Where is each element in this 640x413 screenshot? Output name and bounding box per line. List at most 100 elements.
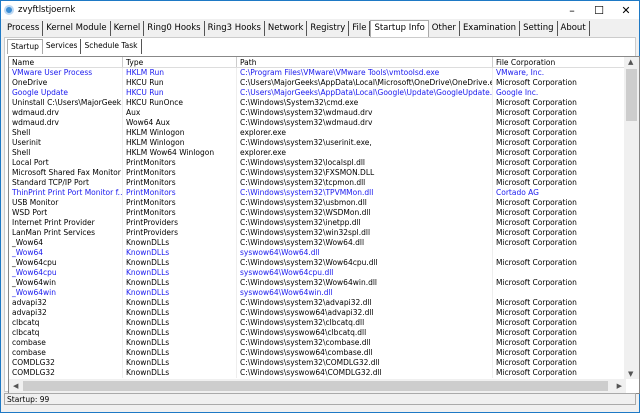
cell-file-corporation: Microsoft Corporation [493,348,625,358]
cell-type: KnownDLLs [123,368,237,378]
table-row[interactable]: _Wow64cpu KnownDLLs syswow64\Wow64cpu.dll [9,268,639,278]
subtab-schedule-task[interactable]: Schedule Task [81,39,142,54]
table-row[interactable]: _Wow64cpu KnownDLLs C:\Windows\system32\Wo… [9,258,639,268]
startup-table: Name Type Path File Corporation VMware U… [8,56,640,394]
table-row[interactable]: clbcatq KnownDLLs C:\Windows\system32\clbc… [9,318,639,328]
cell-name: wdmaud.drv [9,108,123,118]
table-row[interactable]: clbcatq KnownDLLs C:\Windows\syswow64\clbc… [9,328,639,338]
tab-kernel-module[interactable]: Kernel Module [43,21,111,36]
column-header-type[interactable]: Type [123,57,237,67]
table-row[interactable]: Userinit HKLM Winlogon C:\Windows\system32… [9,138,639,148]
cell-name: _Wow64cpu [9,268,123,278]
table-body: VMware User Process HKLM Run C:\Program Fi… [9,68,639,378]
table-row[interactable]: Google Update HKCU Run C:\Users\MajorGeeks… [9,88,639,98]
cell-path: C:\Windows\system32\Wow64.dll [237,238,493,248]
table-row[interactable]: _Wow64win KnownDLLs syswow64\Wow64win.dll [9,288,639,298]
table-row[interactable]: ThinPrint Print Port Monitor f... PrintMo… [9,188,639,198]
table-row[interactable]: COMDLG32 KnownDLLs C:\Windows\system32\COM… [9,358,639,368]
cell-file-corporation: Microsoft Corporation [493,128,625,138]
minimize-button[interactable]: – [559,1,585,19]
scroll-right-icon[interactable]: ▶ [617,382,622,390]
cell-name: Shell [9,148,123,158]
table-row[interactable]: OneDrive HKCU Run C:\Users\MajorGeeks\AppD… [9,78,639,88]
tab-network[interactable]: Network [265,21,308,36]
cell-file-corporation: Microsoft Corporation [493,368,625,378]
table-row[interactable]: Microsoft Shared Fax Monitor PrintMonitor… [9,168,639,178]
table-row[interactable]: Shell HKLM Winlogon explorer.exe Microsoft … [9,128,639,138]
scroll-left-icon[interactable]: ◀ [13,382,18,390]
column-header-file-corporation[interactable]: File Corporation [493,57,625,67]
table-row[interactable]: _Wow64 KnownDLLs syswow64\Wow64.dll [9,248,639,258]
table-row[interactable]: Internet Print Provider PrintProviders C:\… [9,218,639,228]
table-row[interactable]: Local Port PrintMonitors C:\Windows\system… [9,158,639,168]
tab-file[interactable]: File [349,21,371,36]
cell-name: Shell [9,128,123,138]
title-bar: zvyftlstjoernk – ☐ ✕ [1,1,639,19]
cell-path: syswow64\Wow64.dll [237,248,493,258]
tab-examination[interactable]: Examination [460,21,521,36]
cell-name: _Wow64 [9,248,123,258]
table-row[interactable]: _Wow64win KnownDLLs C:\Windows\system32\Wo… [9,278,639,288]
table-row[interactable]: advapi32 KnownDLLs C:\Windows\syswow64\adv… [9,308,639,318]
subtab-services[interactable]: Services [43,39,82,54]
table-row[interactable]: Shell HKLM Wow64 Winlogon explorer.exe Micr… [9,148,639,158]
table-row[interactable]: combase KnownDLLs C:\Windows\system32\comb… [9,338,639,348]
table-header: Name Type Path File Corporation [9,57,639,68]
subtab-startup[interactable]: Startup [7,39,43,54]
tab-ring0-hooks[interactable]: Ring0 Hooks [144,21,205,36]
tab-process[interactable]: Process [4,21,44,36]
scroll-up-icon[interactable]: ▲ [628,58,633,66]
vertical-scrollbar[interactable]: ▲ ▼ [624,57,639,379]
cell-type: KnownDLLs [123,238,237,248]
table-row[interactable]: wdmaud.drv Aux C:\Windows\system32\wdmaud.… [9,108,639,118]
table-row[interactable]: wdmaud.drv Wow64 Aux C:\Windows\system32\w… [9,118,639,128]
cell-file-corporation: Microsoft Corporation [493,168,625,178]
cell-type: HKLM Run [123,68,237,78]
tab-setting[interactable]: Setting [520,21,558,36]
cell-type: PrintMonitors [123,178,237,188]
vertical-scroll-thumb[interactable] [626,69,637,121]
tab-other[interactable]: Other [429,21,460,36]
cell-name: Uninstall C:\Users\MajorGeek... [9,98,123,108]
table-row[interactable]: Standard TCP/IP Port PrintMonitors C:\Wind… [9,178,639,188]
tab-about[interactable]: About [558,21,590,36]
table-row[interactable]: COMDLG32 KnownDLLs C:\Windows\syswow64\COM… [9,368,639,378]
table-row[interactable]: advapi32 KnownDLLs C:\Windows\system32\adv… [9,298,639,308]
table-row[interactable]: Uninstall C:\Users\MajorGeek... HKCU RunO… [9,98,639,108]
cell-name: Microsoft Shared Fax Monitor [9,168,123,178]
table-row[interactable]: USB Monitor PrintMonitors C:\Windows\syste… [9,198,639,208]
horizontal-scroll-thumb[interactable] [23,381,608,391]
tab-startup-info[interactable]: Startup Info [370,20,429,37]
cell-type: Wow64 Aux [123,118,237,128]
close-button[interactable]: ✕ [613,1,639,19]
column-header-path[interactable]: Path [237,57,493,67]
tab-kernel[interactable]: Kernel [111,21,145,36]
cell-type: HKLM Winlogon [123,138,237,148]
cell-type: PrintMonitors [123,208,237,218]
cell-type: HKLM Winlogon [123,128,237,138]
table-row[interactable]: VMware User Process HKLM Run C:\Program Fi… [9,68,639,78]
maximize-button[interactable]: ☐ [586,1,612,19]
cell-file-corporation: VMware, Inc. [493,68,625,78]
cell-path: C:\Windows\system32\inetpp.dll [237,218,493,228]
column-header-name[interactable]: Name [9,57,123,67]
table-row[interactable]: LanMan Print Services PrintProviders C:\Wi… [9,228,639,238]
cell-name: Standard TCP/IP Port [9,178,123,188]
cell-file-corporation: Microsoft Corporation [493,198,625,208]
cell-path: C:\Windows\system32\localspl.dll [237,158,493,168]
cell-path: C:\Windows\syswow64\combase.dll [237,348,493,358]
cell-path: C:\Windows\system32\combase.dll [237,338,493,348]
cell-name: clbcatq [9,318,123,328]
tab-registry[interactable]: Registry [307,21,350,36]
horizontal-scrollbar[interactable]: ◀ ▶ [9,379,626,393]
tab-ring3-hooks[interactable]: Ring3 Hooks [205,21,265,36]
table-row[interactable]: combase KnownDLLs C:\Windows\syswow64\comb… [9,348,639,358]
cell-type: KnownDLLs [123,348,237,358]
cell-type: PrintMonitors [123,158,237,168]
table-row[interactable]: WSD Port PrintMonitors C:\Windows\system32… [9,208,639,218]
cell-path: C:\Windows\syswow64\clbcatq.dll [237,328,493,338]
scroll-down-icon[interactable]: ▼ [628,370,633,378]
cell-path: C:\Windows\system32\tcpmon.dll [237,178,493,188]
table-row[interactable]: _Wow64 KnownDLLs C:\Windows\system32\Wow64… [9,238,639,248]
cell-name: COMDLG32 [9,358,123,368]
